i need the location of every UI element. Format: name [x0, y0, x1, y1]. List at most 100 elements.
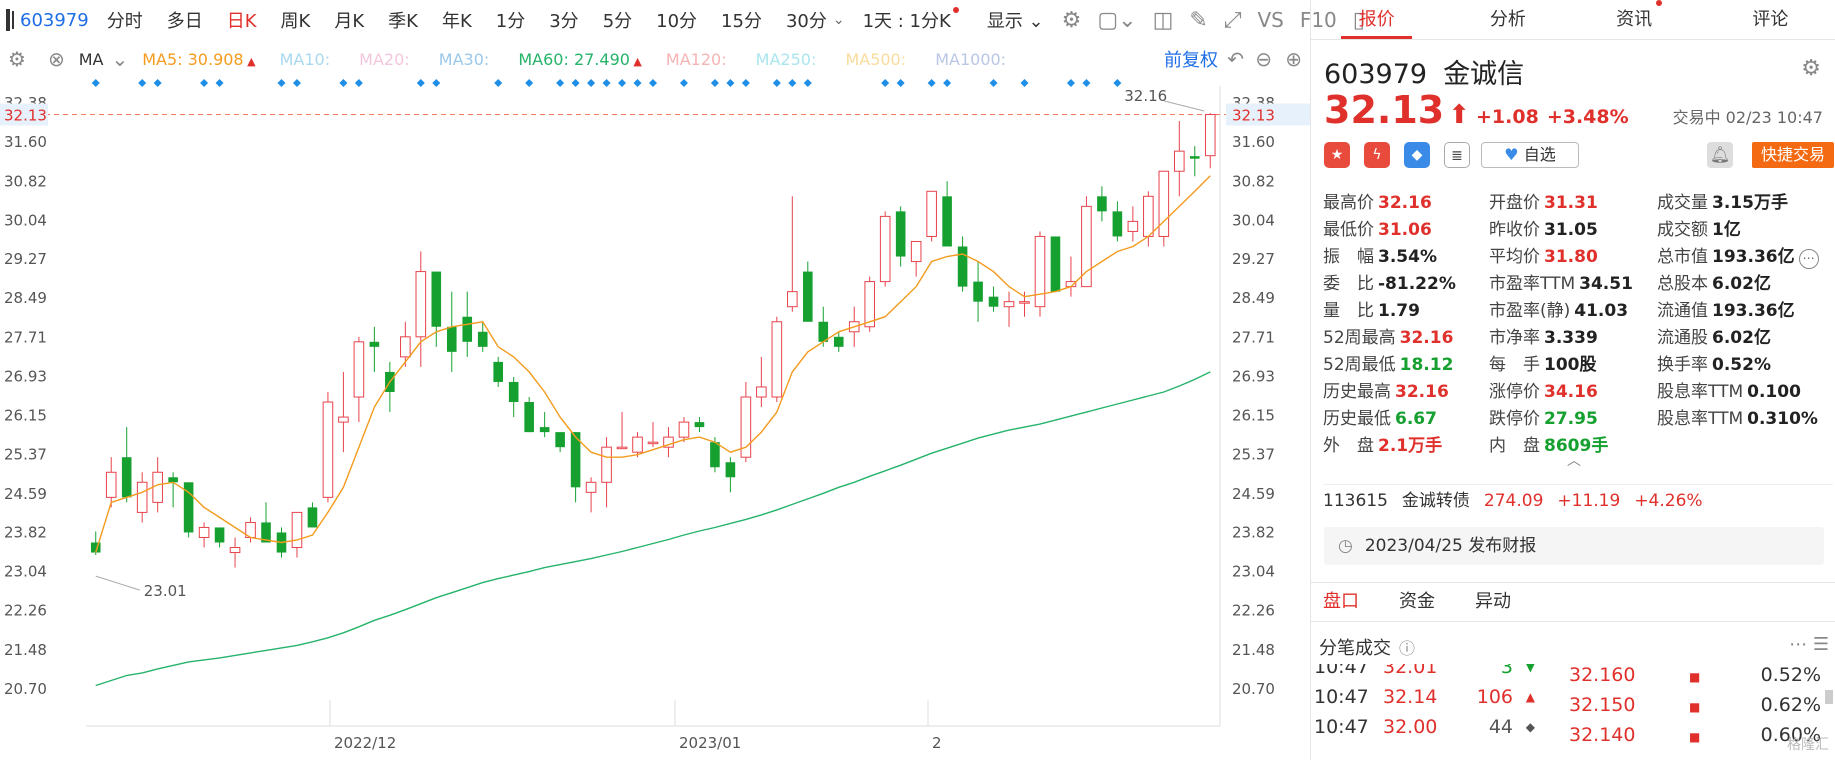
gear-icon[interactable]: ⚙ — [1801, 56, 1821, 81]
quote-row: 量 比 1.79 市盈率(静) 41.03 流通值 193.36亿 — [1323, 296, 1833, 323]
quote-tabs: 报价 分析 资讯 评论 — [1311, 0, 1835, 40]
more-icon[interactable]: ⋯ ☰ — [1789, 634, 1829, 655]
candle-body — [910, 240, 922, 263]
level-row: 32.150 ■ 0.62% — [1569, 694, 1821, 716]
quote-row: 最低价 31.06 昨收价 31.05 成交额 1亿 — [1323, 215, 1833, 242]
event-marker — [153, 79, 162, 87]
chart-panel: 603979 分时 多日 日K 周K 月K 季K 年K 1分 3分 5分 10分 15分 30分 ⌄ 1… — [0, 0, 1365, 760]
bond-price: 274.09 — [1483, 491, 1544, 511]
price-row: 32.13 ⬆ +1.08 +3.48% — [1324, 88, 1637, 132]
candle-body — [756, 386, 767, 398]
candle-body — [524, 402, 534, 433]
candle-body — [616, 446, 628, 450]
lightning-icon[interactable]: ϟ — [1364, 142, 1390, 168]
quote-cell: 流通值 193.36亿 — [1657, 301, 1795, 321]
quote-cell: 市盈率TTM 34.51 — [1489, 274, 1633, 294]
price-change-pct: +3.48% — [1546, 106, 1629, 128]
quick-trade-button[interactable]: 快捷交易 — [1752, 142, 1834, 168]
quote-cell: 52周最低 18.12 — [1323, 355, 1454, 375]
orderbook-tab[interactable]: 资金 — [1399, 583, 1435, 621]
quote-row: 振 幅 3.54% 平均价 31.80 总市值 193.36亿 ⋯ — [1323, 242, 1833, 269]
event-marker — [1082, 79, 1091, 87]
quote-cell: 每 手 100股 — [1489, 355, 1597, 375]
china-flag-icon[interactable]: ★ — [1324, 142, 1350, 168]
info-icon[interactable]: ⓘ — [1399, 639, 1415, 658]
candle-body — [508, 381, 519, 403]
candle-body — [942, 196, 952, 247]
event-marker — [292, 79, 301, 87]
candle-body — [121, 457, 132, 498]
candle-body — [539, 427, 550, 433]
max-price-label: 32.16 — [1124, 87, 1167, 105]
quote-row: 委 比 -81.22% 市盈率TTM 34.51 总股本 6.02亿 — [1323, 269, 1833, 296]
quote-tab[interactable]: 资讯 — [1574, 0, 1705, 39]
y-tick-label-left: 26.93 — [4, 367, 47, 385]
quote-cell: 总市值 193.36亿 ⋯ — [1657, 242, 1833, 269]
candle-body — [957, 246, 968, 287]
candle-body — [446, 326, 457, 352]
x-tick-label: 2022/12 — [334, 734, 396, 752]
event-marker — [432, 79, 441, 87]
event-marker — [571, 79, 580, 87]
candle-body — [1019, 301, 1030, 304]
bond-change-pct: +4.26% — [1634, 491, 1703, 511]
y-tick-label-right: 26.93 — [1232, 367, 1275, 385]
y-tick-label-left: 30.04 — [4, 211, 47, 229]
event-marker — [494, 79, 503, 87]
current-price: 32.13 — [1324, 88, 1445, 132]
min-price-label: 23.01 — [144, 582, 187, 600]
tick-row: 10:47 32.01 3 ▼ — [1314, 664, 1535, 678]
event-marker — [556, 79, 565, 87]
candle-body — [1050, 236, 1061, 292]
quote-tab[interactable]: 报价 — [1311, 0, 1442, 39]
more-icon[interactable]: ⋯ — [1798, 249, 1819, 269]
quote-cell: 换手率 0.52% — [1657, 355, 1771, 375]
event-marker — [927, 79, 936, 87]
candle-body — [369, 341, 380, 347]
event-marker — [618, 79, 627, 87]
scrollbar-thumb[interactable] — [1825, 690, 1833, 704]
candle-body — [1097, 196, 1107, 212]
candle-body — [585, 481, 597, 493]
candle-body — [1127, 220, 1139, 232]
candle-body — [725, 462, 736, 478]
event-marker — [881, 79, 890, 87]
convertible-bond-row[interactable]: 113615 金诚转债 274.09 +11.19 +4.26% — [1323, 484, 1833, 517]
orderbook-tab[interactable]: 异动 — [1475, 583, 1511, 621]
quote-grid: 最高价 32.16 开盘价 31.31 成交量 3.15万手 最低价 31.06 昨收价 31.0… — [1323, 188, 1833, 458]
candle-body — [833, 336, 844, 347]
earnings-notice[interactable]: ◷ 2023/04/25 发布财报 — [1324, 527, 1824, 565]
quote-panel: 报价 分析 资讯 评论 603979 金诚信 ⚙ 32.13 ⬆ +1.08 +3.48… — [1310, 0, 1835, 760]
candle-body — [198, 526, 210, 538]
quote-cell: 市净率 3.339 — [1489, 328, 1598, 348]
quote-tab[interactable]: 评论 — [1705, 0, 1835, 39]
quote-cell: 成交额 1亿 — [1657, 220, 1741, 240]
candle-body — [322, 401, 334, 498]
bell-icon[interactable]: 🔔︎ — [1707, 142, 1733, 168]
event-marker — [138, 79, 147, 87]
tag-icon[interactable]: ◆ — [1404, 142, 1430, 168]
candle-body — [647, 441, 659, 445]
candle-body — [1204, 114, 1216, 157]
candle-body — [105, 471, 117, 498]
event-marker — [710, 79, 719, 87]
collapse-caret-icon[interactable]: ︿ — [1567, 450, 1581, 470]
event-marker — [416, 79, 425, 87]
y-tick-label-left: 27.71 — [4, 328, 47, 346]
add-favorite-button[interactable]: ♥ 自选 — [1481, 142, 1579, 168]
candlestick-chart[interactable]: 32.38 32.3831.60 31.6030.82 30.8230.04 30.04… — [0, 0, 1310, 760]
price-tag-right-text: 32.13 — [1232, 107, 1275, 125]
note-icon[interactable]: ≣ — [1444, 142, 1470, 168]
quote-tab[interactable]: 分析 — [1442, 0, 1573, 39]
stock-code: 603979 — [1324, 59, 1428, 90]
candle-body — [1034, 235, 1046, 308]
y-tick-label-left: 29.27 — [4, 250, 47, 268]
orderbook-tab[interactable]: 盘口 — [1323, 583, 1359, 621]
y-tick-label-right: 21.48 — [1232, 641, 1275, 659]
quote-row: 历史最高 32.16 涨停价 34.16 股息率TTM 0.100 — [1323, 377, 1833, 404]
y-tick-label-left: 26.15 — [4, 407, 47, 425]
candle-body — [694, 422, 705, 428]
y-tick-label-right: 20.70 — [1232, 680, 1275, 698]
x-tick-label: 2 — [932, 734, 942, 752]
quote-cell: 总股本 6.02亿 — [1657, 274, 1771, 294]
